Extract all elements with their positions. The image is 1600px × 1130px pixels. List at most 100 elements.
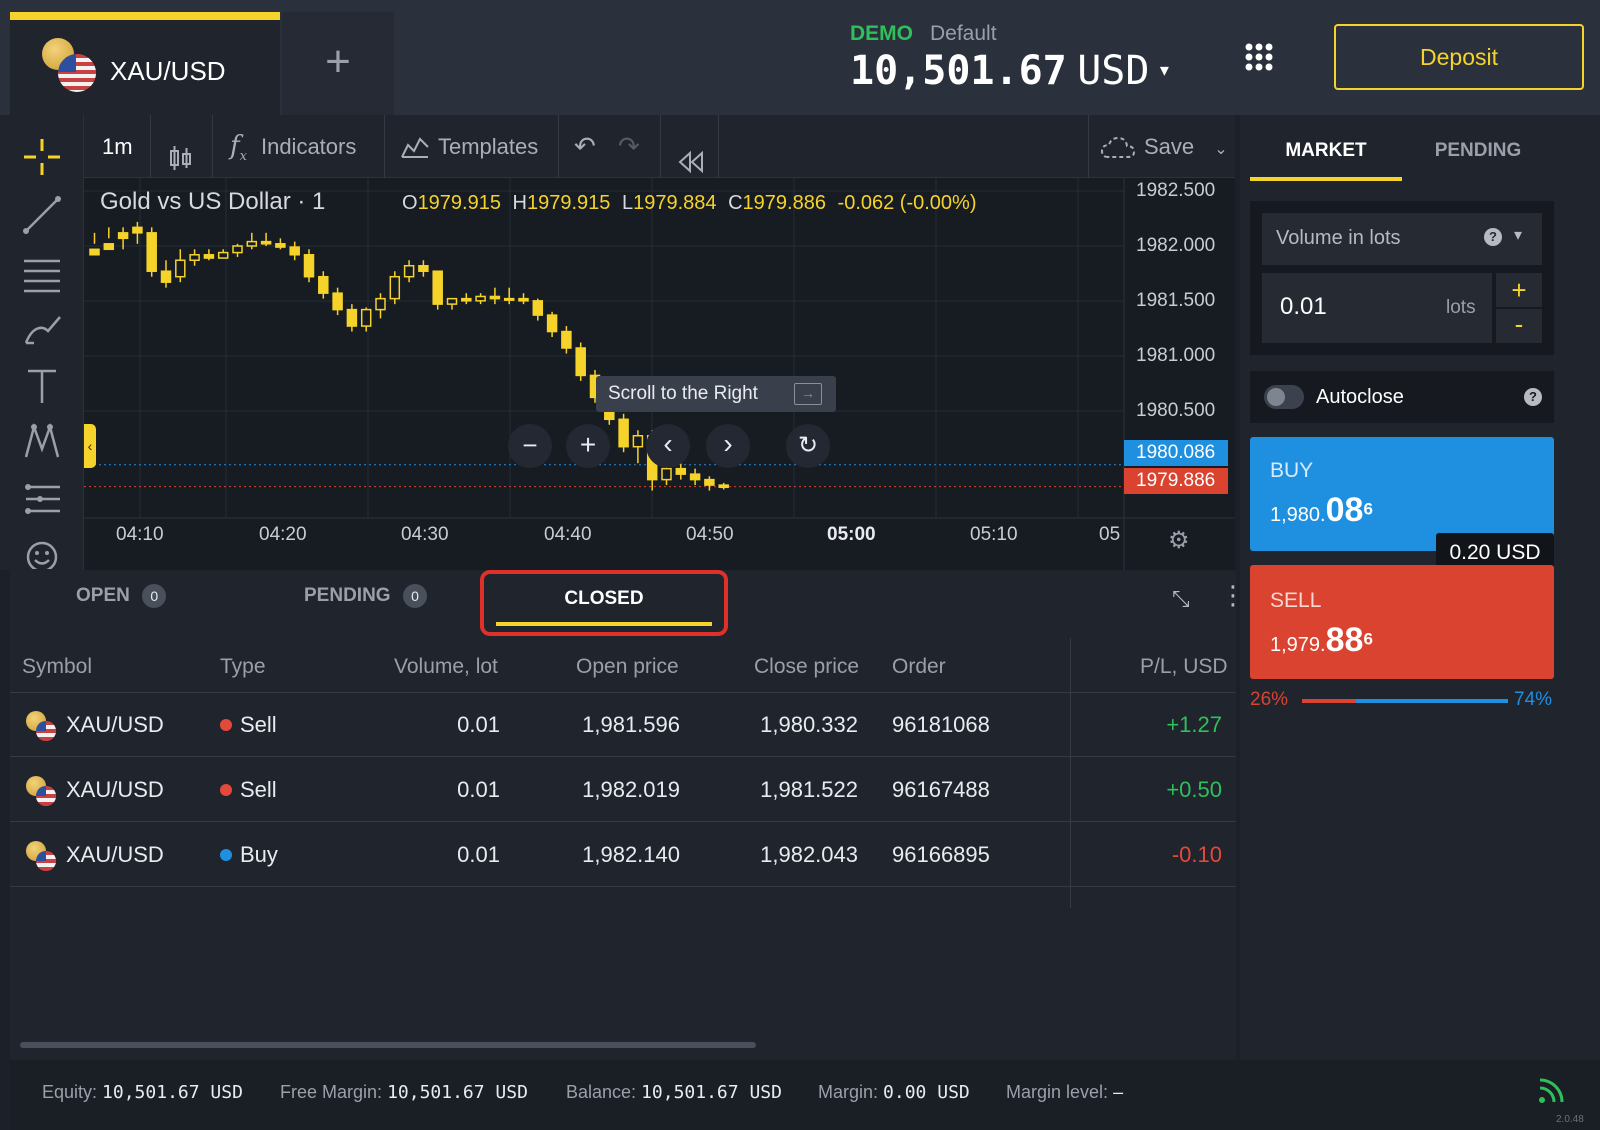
zoom-in-button[interactable]: + [566,424,610,468]
volume-box: Volume in lots ? ▾ 0.01 lots + - [1250,201,1554,355]
open-value: 1979.915 [417,192,501,214]
candle-body [389,275,401,300]
balance-value: 10,501.67 USD [641,1082,782,1103]
chevron-left-icon[interactable]: ‹ [84,424,96,468]
autoclose-row: Autoclose ? [1250,371,1554,423]
help-icon[interactable]: ? [1524,388,1542,406]
high-value: 1979.915 [527,192,611,214]
header-symbol: Symbol [22,655,93,678]
table-row[interactable]: XAU/USD Sell 0.01 1,982.019 1,981.522 96… [10,758,1236,822]
brush-icon[interactable] [20,307,64,351]
candle-body [432,270,443,305]
time-tick: 04:50 [686,524,734,545]
ask-price-label: 1980.086 [1124,440,1228,466]
volume-decrease-button[interactable]: - [1496,309,1542,343]
autoclose-toggle[interactable] [1264,385,1304,409]
price-chart[interactable]: Gold vs US Dollar · 1 O1979.915 H1979.91… [84,178,1235,570]
zoom-out-button[interactable]: − [508,424,552,468]
candle-body [232,245,243,254]
add-tab-button[interactable]: + [282,12,394,115]
volume-type-select[interactable]: Volume in lots ? ▾ [1262,213,1542,265]
chart-title: Gold vs US Dollar · 1 [100,188,326,215]
text-tool-icon[interactable] [20,363,64,407]
rewind-icon[interactable] [676,135,706,174]
cell-close-price: 1,981.522 [760,777,858,802]
timeframe-button[interactable]: 1m [102,115,133,178]
function-icon: fx [230,131,247,165]
trade-panel: MARKET PENDING Volume in lots ? ▾ 0.01 l… [1240,115,1600,1060]
tab-open[interactable]: OPEN 0 [76,584,167,614]
sell-button[interactable]: SELL 1,979.886 [1250,565,1554,679]
volume-input[interactable]: 0.01 lots [1262,273,1492,343]
header-open-price: Open price [576,655,679,678]
candle-body [418,264,429,272]
connection-signal-icon [1536,1076,1566,1106]
emoji-icon[interactable] [20,533,64,569]
indicators-button[interactable]: fx Indicators [230,115,356,178]
scroll-right-button[interactable]: › [706,424,750,468]
symbol-tab[interactable]: XAU/USD [10,12,280,115]
more-options-icon[interactable]: ⋮ [1220,582,1246,608]
apps-grid-icon[interactable] [1244,42,1274,72]
save-button[interactable]: Save ⌄ [1100,115,1228,178]
help-icon[interactable]: ? [1484,228,1502,246]
crosshair-icon[interactable] [20,135,64,179]
cell-type-label: Buy [240,842,278,867]
free-margin: Free Margin: 10,501.67 USD [280,1082,528,1103]
margin-level-label: Margin level: [1006,1082,1109,1102]
reset-chart-icon[interactable]: ↻ [786,424,830,468]
price-tick: 1981.500 [1136,290,1216,311]
cell-close-price: 1,982.043 [760,842,858,867]
header-pl: P/L, USD [1140,655,1228,678]
sell-price-big: 88 [1325,621,1364,659]
chevron-down-icon: ▾ [1159,60,1169,80]
chart-type-icon[interactable] [168,133,194,170]
redo-icon[interactable]: ↷ [618,115,640,178]
table-row[interactable]: XAU/USD Buy 0.01 1,982.140 1,982.043 961… [10,823,1236,887]
divider [1088,115,1089,178]
tab-open-count: 0 [142,584,167,608]
candle-body [160,270,172,283]
candle-body [489,295,501,300]
templates-button[interactable]: Templates [400,115,538,178]
table-row[interactable]: XAU/USD Sell 0.01 1,981.596 1,980.332 96… [10,693,1236,757]
trend-line-icon[interactable] [20,193,64,237]
balance-selector[interactable]: 10,501.67 USD ▾ [850,48,1169,96]
free-margin-label: Free Margin: [280,1082,383,1102]
balance-label: Balance: [566,1082,637,1102]
deposit-button[interactable]: Deposit [1334,24,1584,90]
tab-pending[interactable]: PENDING 0 [304,584,428,614]
price-axis: 1982.500 1982.000 1981.500 1981.000 1980… [1124,178,1235,570]
margin-label: Margin: [818,1082,879,1102]
horizontal-scrollbar[interactable] [20,1042,756,1048]
scroll-left-button[interactable]: ‹ [646,424,690,468]
tab-market[interactable]: MARKET [1250,115,1402,181]
horizontal-lines-icon[interactable] [20,251,64,295]
candle-body [575,347,586,377]
ohlc-legend: O1979.915 H1979.915 L1979.884 C1979.886 … [402,192,977,215]
candle-body [675,467,687,475]
pattern-tool-icon[interactable] [20,419,64,463]
volume-increase-button[interactable]: + [1496,273,1542,307]
tooltip-text: Scroll to the Right [608,383,758,404]
candle-body [275,243,286,248]
collapse-icon[interactable]: ⤡ [1172,586,1190,612]
tab-pending-order[interactable]: PENDING [1402,115,1554,181]
candle-body [175,259,186,278]
account-currency: USD [1077,48,1150,94]
buy-dot [220,849,232,861]
volume-unit: lots [1446,297,1476,318]
divider [384,115,385,178]
chevron-down-icon: ▾ [1514,227,1523,244]
tab-closed[interactable]: CLOSED [480,570,728,636]
candle-body [518,297,529,302]
cell-type-label: Sell [240,777,277,802]
time-tick: 05:10 [970,524,1018,545]
divider [660,115,661,178]
undo-icon[interactable]: ↶ [574,115,596,178]
cell-volume: 0.01 [457,842,500,867]
cell-pl: +0.50 [1166,777,1222,802]
settings-gear-icon[interactable]: ⚙ [1168,526,1190,555]
fibonacci-icon[interactable] [20,477,64,521]
divider [718,115,719,178]
